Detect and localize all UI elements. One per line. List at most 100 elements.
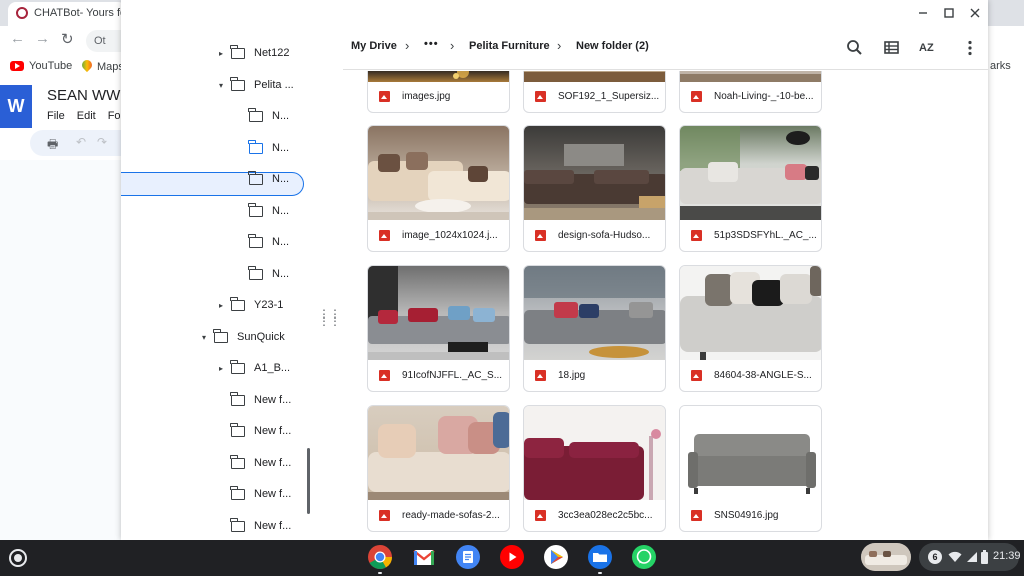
- minimize-button[interactable]: [910, 0, 936, 26]
- file-card[interactable]: 91IcofNJFFL._AC_S...: [367, 265, 510, 392]
- tree-item[interactable]: N...: [245, 196, 289, 226]
- tree-item[interactable]: ▸ A1_B...: [215, 353, 290, 383]
- search-button[interactable]: [845, 38, 865, 58]
- folder-icon: [248, 265, 263, 280]
- thumbnail-image: [688, 434, 816, 494]
- file-caption: 84604-38-ANGLE-S...: [680, 359, 821, 391]
- notification-count-badge[interactable]: 6: [928, 550, 942, 564]
- tree-item[interactable]: N...: [245, 101, 289, 131]
- file-card[interactable]: SOF192_1_Supersiz...: [523, 71, 666, 113]
- breadcrumb-overflow-button[interactable]: •••: [424, 38, 439, 50]
- expand-caret-icon[interactable]: ▸: [215, 49, 227, 58]
- clock-time: 21:39: [993, 550, 1021, 562]
- tree-item[interactable]: N...: [245, 259, 289, 289]
- file-name: SNS04916.jpg: [714, 509, 779, 521]
- tree-item[interactable]: New f...: [227, 448, 291, 478]
- breadcrumb-my-drive[interactable]: My Drive: [351, 40, 397, 52]
- tree-item-label: New f...: [254, 457, 292, 469]
- file-card[interactable]: ready-made-sofas-2...: [367, 405, 510, 532]
- tree-item[interactable]: New f...: [227, 479, 291, 509]
- browser-tab[interactable]: CHATBot- Yours for t: [8, 2, 126, 26]
- tree-item[interactable]: N...: [245, 227, 289, 257]
- tree-item-label: Net122: [254, 47, 290, 59]
- image-file-icon: [379, 229, 390, 241]
- tree-item-label: New f...: [254, 425, 292, 437]
- tree-item[interactable]: ▾ Pelita ...: [215, 70, 294, 100]
- file-card[interactable]: Noah-Living-_-10-be...: [679, 71, 822, 113]
- menu-file[interactable]: File: [47, 110, 65, 122]
- file-thumbnail: [368, 406, 509, 500]
- print-icon[interactable]: 🖶: [47, 135, 58, 156]
- docs-logo[interactable]: W: [0, 85, 32, 128]
- image-file-icon: [535, 229, 546, 241]
- expand-caret-icon[interactable]: ▸: [215, 364, 227, 373]
- file-grid: images.jpg SOF192_1_Supersiz... Noah-Liv…: [343, 71, 988, 540]
- breadcrumb-separator-icon: ›: [557, 38, 562, 53]
- list-view-button[interactable]: [882, 38, 902, 58]
- redo-icon[interactable]: ↷: [97, 135, 107, 149]
- tree-item-label: A1_B...: [254, 362, 291, 374]
- chrome-icon[interactable]: [367, 544, 393, 570]
- forward-arrow-icon[interactable]: →: [35, 30, 50, 47]
- file-caption: SNS04916.jpg: [680, 499, 821, 531]
- youtube-icon[interactable]: [499, 544, 525, 570]
- reload-icon[interactable]: ↻: [61, 30, 74, 48]
- file-name: SOF192_1_Supersiz...: [558, 90, 660, 102]
- file-card[interactable]: image_1024x1024.j...: [367, 125, 510, 252]
- folder-icon: [230, 44, 245, 59]
- address-bar[interactable]: Ot: [86, 30, 126, 52]
- collapse-caret-icon[interactable]: ▾: [198, 333, 210, 342]
- file-caption: images.jpg: [368, 80, 509, 112]
- tree-item[interactable]: New f...: [227, 385, 291, 415]
- docs-icon[interactable]: [455, 544, 481, 570]
- files-icon[interactable]: [587, 544, 613, 570]
- close-button[interactable]: [962, 0, 988, 26]
- sort-button[interactable]: AZ: [919, 38, 939, 58]
- tree-item-label: N...: [272, 142, 290, 154]
- tree-item-selected[interactable]: N...: [245, 133, 289, 163]
- tree-item[interactable]: New f...: [227, 511, 291, 540]
- tree-scrollbar[interactable]: [307, 448, 310, 514]
- file-card[interactable]: images.jpg: [367, 71, 510, 113]
- thumbnail-image: [368, 266, 509, 360]
- bookmark-maps[interactable]: Maps: [82, 60, 124, 74]
- bookmark-youtube[interactable]: YouTube: [10, 60, 72, 72]
- breadcrumb-pelita-furniture[interactable]: Pelita Furniture: [469, 40, 550, 52]
- holding-space-thumbnail[interactable]: [861, 543, 911, 571]
- whatsapp-icon[interactable]: [631, 544, 657, 570]
- file-card[interactable]: 84604-38-ANGLE-S...: [679, 265, 822, 392]
- thumbnail-image: [524, 266, 665, 358]
- file-card[interactable]: 51p3SDSFYhL._AC_...: [679, 125, 822, 252]
- tree-item[interactable]: ▸ Net122: [215, 38, 289, 68]
- sofa-thumbnail-image: [861, 543, 911, 571]
- drag-handle-icon[interactable]: ⋮⋮ ⋮⋮: [318, 308, 341, 327]
- tree-item[interactable]: ▾ SunQuick: [198, 322, 285, 352]
- file-caption: 3cc3ea028ec2c5bc...: [524, 499, 665, 531]
- document-title[interactable]: SEAN WW2: [47, 87, 129, 104]
- thumbnail-image: [368, 152, 509, 220]
- omnibox-text: Ot: [94, 35, 106, 47]
- collapse-caret-icon[interactable]: ▾: [215, 81, 227, 90]
- file-card[interactable]: SNS04916.jpg: [679, 405, 822, 532]
- back-arrow-icon[interactable]: ←: [10, 30, 25, 47]
- file-card[interactable]: design-sofa-Hudso...: [523, 125, 666, 252]
- file-caption: 18.jpg: [524, 359, 665, 391]
- undo-icon[interactable]: ↶: [76, 135, 86, 149]
- status-tray[interactable]: 6 21:39: [919, 543, 1021, 571]
- tree-item[interactable]: New f...: [227, 416, 291, 446]
- file-picker-dialog: ▸ Net122 ▾ Pelita ... N... N... N... N..…: [121, 0, 988, 540]
- gmail-icon[interactable]: [411, 544, 437, 570]
- tree-item-label: N...: [272, 268, 290, 280]
- image-file-icon: [535, 509, 546, 521]
- launcher-icon[interactable]: [9, 549, 27, 567]
- more-options-button[interactable]: [960, 38, 980, 58]
- maximize-button[interactable]: [936, 0, 962, 26]
- expand-caret-icon[interactable]: ▸: [215, 301, 227, 310]
- tree-item[interactable]: N...: [245, 164, 289, 194]
- tree-item[interactable]: ▸ Y23-1: [215, 290, 283, 320]
- tree-item-label: New f...: [254, 520, 292, 532]
- play-store-icon[interactable]: [543, 544, 569, 570]
- file-card[interactable]: 3cc3ea028ec2c5bc...: [523, 405, 666, 532]
- file-card[interactable]: 18.jpg: [523, 265, 666, 392]
- menu-edit[interactable]: Edit: [77, 110, 96, 122]
